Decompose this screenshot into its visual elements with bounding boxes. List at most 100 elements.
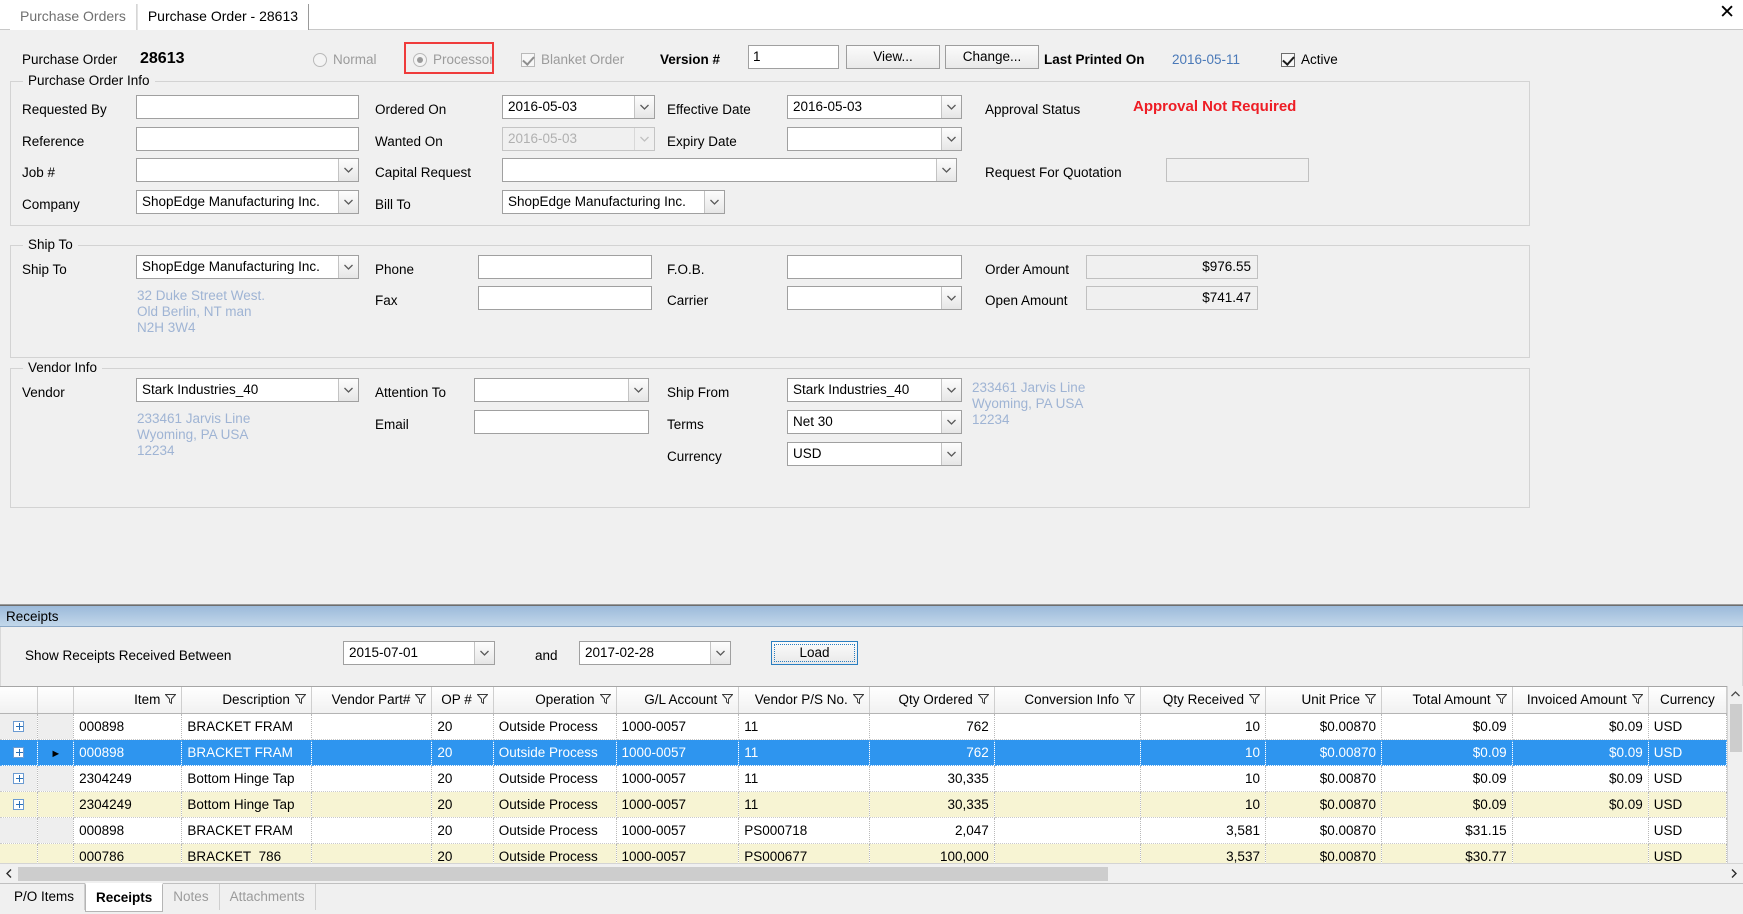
- chevron-down-icon[interactable]: [704, 191, 724, 213]
- bottom-tab-notes[interactable]: Notes: [163, 884, 220, 910]
- carrier-combo[interactable]: [787, 286, 962, 310]
- col-op[interactable]: OP #: [431, 687, 494, 714]
- table-row[interactable]: 000786 BRACKET_786 20 Outside Process 1000-0…: [0, 843, 1728, 863]
- chevron-down-icon[interactable]: [634, 96, 654, 118]
- col-qty-ordered[interactable]: Qty Ordered: [869, 687, 995, 714]
- table-row[interactable]: 2304249 Bottom Hinge Tap 20 Outside Process…: [0, 765, 1728, 792]
- grid-horizontal-scrollbar[interactable]: [0, 863, 1743, 883]
- filter-icon[interactable]: [598, 692, 612, 707]
- job-combo[interactable]: [136, 158, 359, 182]
- ship-from-combo[interactable]: Stark Industries_40: [787, 378, 962, 402]
- chevron-down-icon[interactable]: [941, 128, 961, 150]
- expiry-date-combo[interactable]: [787, 127, 962, 151]
- tab-purchase-order-28613[interactable]: Purchase Order - 28613: [136, 4, 310, 30]
- row-expander-cell[interactable]: [0, 843, 39, 863]
- chevron-down-icon[interactable]: [941, 443, 961, 465]
- col-vendor-part[interactable]: Vendor Part#: [311, 687, 433, 714]
- row-expander-cell[interactable]: [0, 739, 39, 766]
- col-invoiced-amount[interactable]: Invoiced Amount: [1512, 687, 1649, 714]
- col-operation[interactable]: Operation: [493, 687, 617, 714]
- ordered-on-combo[interactable]: 2016-05-03: [502, 95, 655, 119]
- col-description[interactable]: Description: [181, 687, 312, 714]
- receipts-date-from-combo[interactable]: 2015-07-01: [343, 641, 495, 665]
- radio-normal[interactable]: Normal: [313, 52, 377, 67]
- requested-by-input[interactable]: [136, 95, 359, 119]
- chevron-down-icon[interactable]: [474, 642, 494, 664]
- tab-purchase-orders[interactable]: Purchase Orders: [10, 4, 137, 30]
- row-expander-cell[interactable]: [0, 713, 39, 740]
- filter-icon[interactable]: [1494, 692, 1508, 707]
- chevron-down-icon[interactable]: [338, 191, 358, 213]
- receipts-date-to-combo[interactable]: 2017-02-28: [579, 641, 731, 665]
- bottom-tab-po-items[interactable]: P/O Items: [4, 884, 86, 910]
- grid-hscroll-thumb[interactable]: [18, 866, 1108, 881]
- capital-request-combo[interactable]: [502, 158, 957, 182]
- filter-icon[interactable]: [977, 692, 990, 707]
- expand-icon[interactable]: [13, 747, 25, 759]
- scroll-left-icon[interactable]: [0, 865, 18, 883]
- checkbox-active[interactable]: Active: [1281, 52, 1338, 67]
- filter-icon[interactable]: [721, 692, 734, 707]
- chevron-down-icon[interactable]: [941, 287, 961, 309]
- scroll-up-icon[interactable]: [1728, 686, 1743, 702]
- load-button[interactable]: Load: [771, 641, 858, 665]
- attention-to-combo[interactable]: [474, 378, 649, 402]
- grid-scroll-thumb[interactable]: [1730, 704, 1742, 752]
- view-button[interactable]: View...: [846, 45, 940, 69]
- expand-icon[interactable]: [13, 721, 25, 733]
- checkbox-blanket-order[interactable]: Blanket Order: [521, 52, 624, 67]
- col-unit-price[interactable]: Unit Price: [1265, 687, 1383, 714]
- chevron-down-icon[interactable]: [941, 96, 961, 118]
- chevron-down-icon[interactable]: [628, 379, 648, 401]
- col-conversion-info[interactable]: Conversion Info: [994, 687, 1141, 714]
- fax-input[interactable]: [478, 286, 652, 310]
- currency-combo[interactable]: USD: [787, 442, 962, 466]
- filter-icon[interactable]: [1123, 692, 1136, 707]
- filter-icon[interactable]: [414, 692, 427, 707]
- filter-icon[interactable]: [1631, 692, 1644, 707]
- chevron-down-icon[interactable]: [338, 159, 358, 181]
- terms-combo[interactable]: Net 30: [787, 410, 962, 434]
- effective-date-combo[interactable]: 2016-05-03: [787, 95, 962, 119]
- chevron-down-icon[interactable]: [936, 159, 956, 181]
- col-currency[interactable]: Currency: [1648, 687, 1728, 714]
- company-combo[interactable]: ShopEdge Manufacturing Inc.: [136, 190, 359, 214]
- table-row[interactable]: 000898 BRACKET FRAM 20 Outside Process 1000-…: [0, 817, 1728, 844]
- expand-icon[interactable]: [13, 799, 25, 811]
- table-row[interactable]: ► 000898 BRACKET FRAM 20 Outside Process 1000…: [0, 739, 1728, 766]
- chevron-down-icon[interactable]: [338, 379, 358, 401]
- expand-icon[interactable]: [13, 773, 25, 785]
- col-qty-received[interactable]: Qty Received: [1140, 687, 1266, 714]
- table-row[interactable]: 2304249 Bottom Hinge Tap 20 Outside Process…: [0, 791, 1728, 818]
- col-gl-account[interactable]: G/L Account: [616, 687, 740, 714]
- filter-icon[interactable]: [1248, 692, 1261, 707]
- row-expander-cell[interactable]: [0, 791, 39, 818]
- fob-input[interactable]: [787, 255, 962, 279]
- filter-icon[interactable]: [1364, 692, 1377, 707]
- grid-hscroll-track[interactable]: [18, 865, 1725, 882]
- vendor-combo[interactable]: Stark Industries_40: [136, 378, 359, 402]
- filter-icon[interactable]: [476, 692, 489, 707]
- filter-icon[interactable]: [164, 692, 178, 707]
- email-input[interactable]: [474, 410, 649, 434]
- version-input[interactable]: 1: [748, 45, 839, 69]
- chevron-down-icon[interactable]: [941, 411, 961, 433]
- row-expander-cell[interactable]: [0, 817, 39, 844]
- scroll-right-icon[interactable]: [1725, 865, 1743, 883]
- filter-icon[interactable]: [294, 692, 307, 707]
- filter-icon[interactable]: [852, 692, 865, 707]
- chevron-down-icon[interactable]: [710, 642, 730, 664]
- close-icon[interactable]: ✕: [1719, 2, 1735, 22]
- row-expander-cell[interactable]: [0, 765, 39, 792]
- reference-input[interactable]: [136, 127, 359, 151]
- bill-to-combo[interactable]: ShopEdge Manufacturing Inc.: [502, 190, 725, 214]
- phone-input[interactable]: [478, 255, 652, 279]
- col-total-amount[interactable]: Total Amount: [1381, 687, 1513, 714]
- ship-to-combo[interactable]: ShopEdge Manufacturing Inc.: [136, 255, 359, 279]
- bottom-tab-attachments[interactable]: Attachments: [220, 884, 316, 910]
- col-item[interactable]: Item: [73, 687, 183, 714]
- chevron-down-icon[interactable]: [338, 256, 358, 278]
- table-row[interactable]: 000898 BRACKET FRAM 20 Outside Process 1000-…: [0, 713, 1728, 740]
- col-vendor-ps-no[interactable]: Vendor P/S No.: [738, 687, 870, 714]
- radio-processor[interactable]: Processor: [413, 52, 494, 67]
